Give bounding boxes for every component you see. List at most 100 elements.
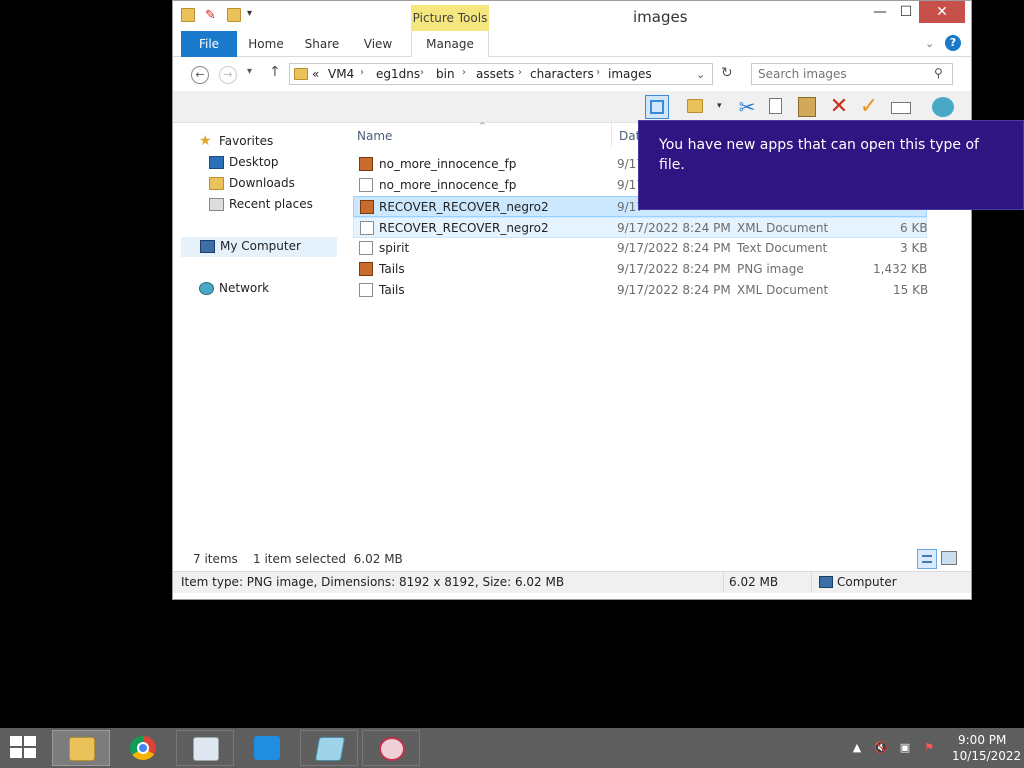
- help-icon[interactable]: ?: [945, 35, 961, 51]
- rename-icon[interactable]: [889, 95, 913, 119]
- file-row-hover[interactable]: RECOVER_RECOVER_negro2 9/17/2022 8:24 PM…: [353, 217, 928, 238]
- details-view-icon[interactable]: [917, 549, 937, 569]
- location-label: Computer: [837, 575, 897, 589]
- action-center-icon[interactable]: ⚑: [922, 741, 936, 755]
- file-explorer-icon: [69, 737, 95, 761]
- address-bar[interactable]: « VM4 › eg1dns › bin › assets › characte…: [289, 63, 713, 85]
- breadcrumb-assets[interactable]: assets: [476, 67, 514, 81]
- column-divider[interactable]: [611, 123, 612, 147]
- move-to-dropdown-icon[interactable]: ▾: [717, 101, 722, 111]
- minimize-button[interactable]: —: [867, 1, 893, 23]
- breadcrumb-vm4[interactable]: VM4: [328, 67, 354, 81]
- search-box[interactable]: ⚲: [751, 63, 953, 85]
- breadcrumb-separator-icon[interactable]: ›: [462, 67, 466, 78]
- network-globe-icon[interactable]: [931, 95, 955, 119]
- folder-icon: [181, 8, 195, 22]
- maximize-button[interactable]: ☐: [895, 1, 917, 23]
- performance-monitor-taskbar-button[interactable]: [176, 730, 234, 766]
- file-row[interactable]: Tails 9/17/2022 8:24 PM XML Document 15 …: [353, 280, 928, 301]
- forward-button[interactable]: →: [219, 66, 237, 84]
- tab-home[interactable]: Home: [243, 31, 289, 57]
- nav-network[interactable]: Network: [199, 280, 329, 298]
- notification-message: You have new apps that can open this typ…: [659, 137, 979, 173]
- file-row[interactable]: Tails 9/17/2022 8:24 PM PNG image 1,432 …: [353, 259, 927, 280]
- up-button[interactable]: ↑: [269, 64, 281, 80]
- sort-ascending-icon: ^: [479, 121, 486, 130]
- ribbon-tabs: File Home Share View Manage ⌄ ?: [173, 31, 971, 57]
- breadcrumb-separator-icon[interactable]: ›: [360, 67, 364, 78]
- monitor-icon: [193, 737, 219, 761]
- preview-pane-icon[interactable]: [645, 95, 669, 119]
- nav-desktop[interactable]: Desktop: [209, 154, 329, 172]
- start-button[interactable]: [10, 736, 38, 760]
- details-bar: Item type: PNG image, Dimensions: 8192 x…: [173, 571, 971, 593]
- star-icon: ★: [199, 133, 212, 149]
- navigation-bar: ← → ▾ ↑ « VM4 › eg1dns › bin › assets › …: [173, 57, 971, 91]
- breadcrumb-images[interactable]: images: [608, 67, 652, 81]
- folder-icon: [294, 68, 308, 80]
- item-details: Item type: PNG image, Dimensions: 8192 x…: [181, 575, 565, 589]
- breadcrumb-separator-icon[interactable]: ›: [420, 67, 424, 78]
- file-explorer-taskbar-button[interactable]: [52, 730, 110, 766]
- refresh-icon[interactable]: ↻: [721, 65, 733, 81]
- new-folder-icon[interactable]: [227, 8, 241, 22]
- delete-icon[interactable]: ✕: [827, 95, 851, 119]
- snipping-tool-icon: [379, 737, 405, 761]
- new-apps-notification[interactable]: You have new apps that can open this typ…: [638, 120, 1024, 210]
- show-hidden-icons-icon[interactable]: ▲: [850, 741, 864, 755]
- back-button[interactable]: ←: [191, 66, 209, 84]
- store-taskbar-button[interactable]: [238, 730, 296, 766]
- select-check-icon[interactable]: ✓: [857, 95, 881, 119]
- nav-downloads[interactable]: Downloads: [209, 175, 329, 193]
- clock-time[interactable]: 9:00 PM: [958, 733, 1006, 747]
- breadcrumb-separator-icon[interactable]: ›: [518, 67, 522, 78]
- chrome-icon: [130, 736, 156, 760]
- tab-view[interactable]: View: [355, 31, 401, 57]
- network-icon: [199, 282, 214, 295]
- network-status-icon[interactable]: ▣: [898, 741, 912, 755]
- details-divider: [811, 572, 812, 592]
- nav-favorites[interactable]: ★ Favorites: [199, 133, 329, 151]
- volume-muted-icon[interactable]: 🔇: [874, 741, 888, 755]
- taskbar: ▲ 🔇 ▣ ⚑ 9:00 PM 10/15/2022: [0, 728, 1024, 768]
- notepad-taskbar-button[interactable]: [300, 730, 358, 766]
- downloads-icon: [209, 177, 224, 190]
- window-title: images: [633, 8, 688, 26]
- file-row[interactable]: spirit 9/17/2022 8:24 PM Text Document 3…: [353, 238, 928, 259]
- cut-icon[interactable]: ✂: [735, 95, 759, 119]
- breadcrumb-overflow[interactable]: «: [312, 67, 319, 81]
- selection-info: 1 item selected 6.02 MB: [253, 552, 403, 566]
- move-to-icon[interactable]: [685, 95, 709, 119]
- recent-locations-icon[interactable]: ▾: [247, 66, 252, 77]
- breadcrumb-characters[interactable]: characters: [530, 67, 594, 81]
- chrome-taskbar-button[interactable]: [114, 730, 172, 766]
- clock-date[interactable]: 10/15/2022: [952, 749, 1021, 763]
- search-input[interactable]: [758, 67, 928, 81]
- title-bar[interactable]: ✎ ▾ Picture Tools images — ☐ ✕: [173, 1, 971, 31]
- copy-icon[interactable]: [765, 95, 789, 119]
- item-size: 6.02 MB: [729, 575, 779, 589]
- search-icon[interactable]: ⚲: [934, 66, 943, 80]
- store-icon: [254, 736, 280, 760]
- close-button[interactable]: ✕: [919, 1, 965, 23]
- snipping-tool-taskbar-button[interactable]: [362, 730, 420, 766]
- ribbon-expand-icon[interactable]: ⌄: [925, 37, 934, 50]
- properties-icon[interactable]: ✎: [205, 8, 219, 23]
- column-header-name[interactable]: Name: [357, 129, 392, 143]
- breadcrumb-separator-icon[interactable]: ›: [596, 67, 600, 78]
- breadcrumb-eg1dns[interactable]: eg1dns: [376, 67, 420, 81]
- tab-manage[interactable]: Manage: [411, 31, 489, 57]
- tab-share[interactable]: Share: [299, 31, 345, 57]
- tab-file[interactable]: File: [181, 31, 237, 57]
- nav-recent-places[interactable]: Recent places: [209, 196, 329, 214]
- nav-my-computer[interactable]: My Computer: [181, 237, 337, 257]
- address-dropdown-icon[interactable]: ⌄: [696, 68, 705, 81]
- png-image-icon: [359, 262, 373, 276]
- customize-quick-access-icon[interactable]: ▾: [247, 8, 261, 22]
- large-icons-view-icon[interactable]: [941, 551, 957, 565]
- text-document-icon: [359, 241, 373, 255]
- xml-document-icon: [359, 178, 373, 192]
- paste-icon[interactable]: [795, 95, 819, 119]
- breadcrumb-bin[interactable]: bin: [436, 67, 455, 81]
- explorer-window: ✎ ▾ Picture Tools images — ☐ ✕ File Home…: [172, 0, 972, 600]
